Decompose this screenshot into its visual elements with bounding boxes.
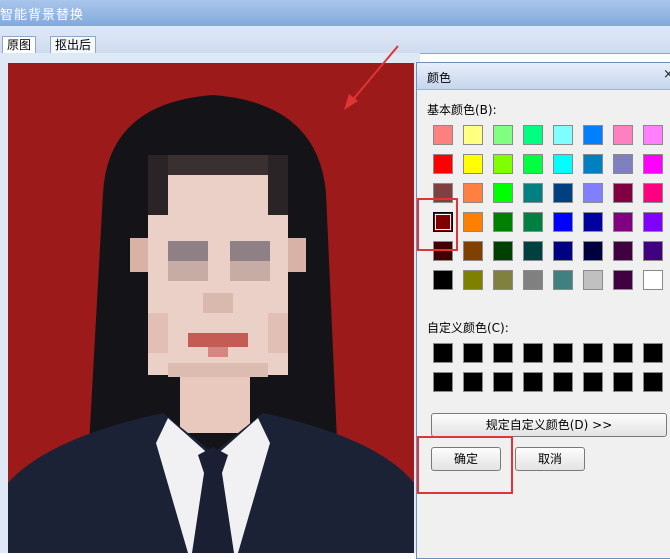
dialog-titlebar: 颜色 × — [417, 63, 670, 90]
basic-color-swatch[interactable] — [493, 212, 513, 232]
custom-color-swatch[interactable] — [493, 343, 513, 363]
basic-color-swatch[interactable] — [433, 241, 453, 261]
basic-color-swatch[interactable] — [583, 125, 603, 145]
basic-color-swatch[interactable] — [553, 183, 573, 203]
basic-color-swatch[interactable] — [643, 241, 663, 261]
basic-color-swatch[interactable] — [523, 183, 543, 203]
basic-color-swatch[interactable] — [613, 241, 633, 261]
custom-color-swatch[interactable] — [583, 372, 603, 392]
face-pixelated — [148, 155, 288, 377]
basic-color-swatch[interactable] — [553, 270, 573, 290]
basic-color-swatch[interactable] — [643, 212, 663, 232]
basic-color-swatch[interactable] — [433, 154, 453, 174]
cancel-button[interactable]: 取消 — [515, 447, 585, 471]
basic-color-swatch[interactable] — [553, 212, 573, 232]
custom-color-swatch[interactable] — [613, 343, 633, 363]
custom-color-swatch[interactable] — [643, 343, 663, 363]
basic-color-swatch[interactable] — [493, 241, 513, 261]
basic-color-swatch[interactable] — [583, 154, 603, 174]
basic-color-swatch[interactable] — [583, 212, 603, 232]
custom-color-swatch[interactable] — [463, 372, 483, 392]
basic-color-swatch[interactable] — [613, 183, 633, 203]
custom-color-swatch[interactable] — [613, 372, 633, 392]
basic-color-swatch[interactable] — [583, 270, 603, 290]
basic-color-swatch[interactable] — [643, 183, 663, 203]
window-titlebar: 智能背景替换 — [0, 0, 670, 26]
basic-color-swatch[interactable] — [463, 154, 483, 174]
basic-color-swatch[interactable] — [613, 212, 633, 232]
custom-color-swatch[interactable] — [583, 343, 603, 363]
custom-color-swatch[interactable] — [553, 343, 573, 363]
custom-colors-label: 自定义颜色(C): — [427, 321, 509, 335]
basic-color-swatch[interactable] — [613, 125, 633, 145]
basic-color-swatch[interactable] — [643, 125, 663, 145]
custom-color-swatch[interactable] — [463, 343, 483, 363]
custom-color-swatch[interactable] — [523, 343, 543, 363]
basic-color-swatch[interactable] — [523, 154, 543, 174]
basic-color-swatch[interactable] — [463, 241, 483, 261]
basic-color-swatch[interactable] — [553, 241, 573, 261]
basic-color-swatch[interactable] — [523, 270, 543, 290]
basic-color-swatch[interactable] — [523, 212, 543, 232]
custom-color-swatch[interactable] — [523, 372, 543, 392]
basic-color-swatch[interactable] — [583, 183, 603, 203]
basic-color-swatch[interactable] — [583, 241, 603, 261]
basic-color-swatch[interactable] — [553, 125, 573, 145]
ok-button[interactable]: 确定 — [431, 447, 501, 471]
tab-original[interactable]: 原图 — [2, 36, 37, 54]
basic-colors-label: 基本颜色(B): — [427, 103, 497, 117]
define-custom-colors-button[interactable]: 规定自定义颜色(D) >> — [431, 413, 667, 437]
basic-color-swatch[interactable] — [613, 154, 633, 174]
tab-strip: 原图 抠出后 — [0, 26, 670, 54]
basic-color-swatch[interactable] — [433, 270, 453, 290]
basic-color-swatch[interactable] — [493, 183, 513, 203]
basic-color-swatch[interactable] — [463, 270, 483, 290]
basic-color-swatch[interactable] — [493, 125, 513, 145]
color-dialog: 颜色 × 基本颜色(B): 自定义颜色(C): 规定自定义颜色(D) >> 确定… — [416, 62, 670, 559]
basic-color-swatch[interactable] — [433, 212, 453, 232]
custom-color-swatch[interactable] — [433, 343, 453, 363]
id-photo — [8, 63, 414, 553]
basic-color-swatch[interactable] — [553, 154, 573, 174]
photo-panel — [0, 53, 420, 553]
basic-color-swatch[interactable] — [433, 125, 453, 145]
custom-color-swatch[interactable] — [433, 372, 453, 392]
ear-right — [288, 238, 306, 272]
basic-color-swatch[interactable] — [463, 212, 483, 232]
basic-color-swatch[interactable] — [643, 270, 663, 290]
custom-color-swatch[interactable] — [493, 372, 513, 392]
basic-color-swatch[interactable] — [433, 183, 453, 203]
basic-color-swatch[interactable] — [523, 125, 543, 145]
custom-color-swatch[interactable] — [553, 372, 573, 392]
basic-color-swatch[interactable] — [493, 270, 513, 290]
basic-color-swatch[interactable] — [493, 154, 513, 174]
custom-color-swatch[interactable] — [643, 372, 663, 392]
ear-left — [130, 238, 148, 272]
basic-color-swatch[interactable] — [463, 125, 483, 145]
dialog-title: 颜色 — [427, 71, 452, 85]
window-title: 智能背景替换 — [0, 8, 85, 23]
basic-color-swatch[interactable] — [523, 241, 543, 261]
tab-cutout[interactable]: 抠出后 — [50, 36, 97, 53]
basic-color-swatch[interactable] — [613, 270, 633, 290]
basic-color-swatch[interactable] — [643, 154, 663, 174]
basic-color-swatch[interactable] — [463, 183, 483, 203]
close-icon[interactable]: × — [663, 67, 670, 82]
